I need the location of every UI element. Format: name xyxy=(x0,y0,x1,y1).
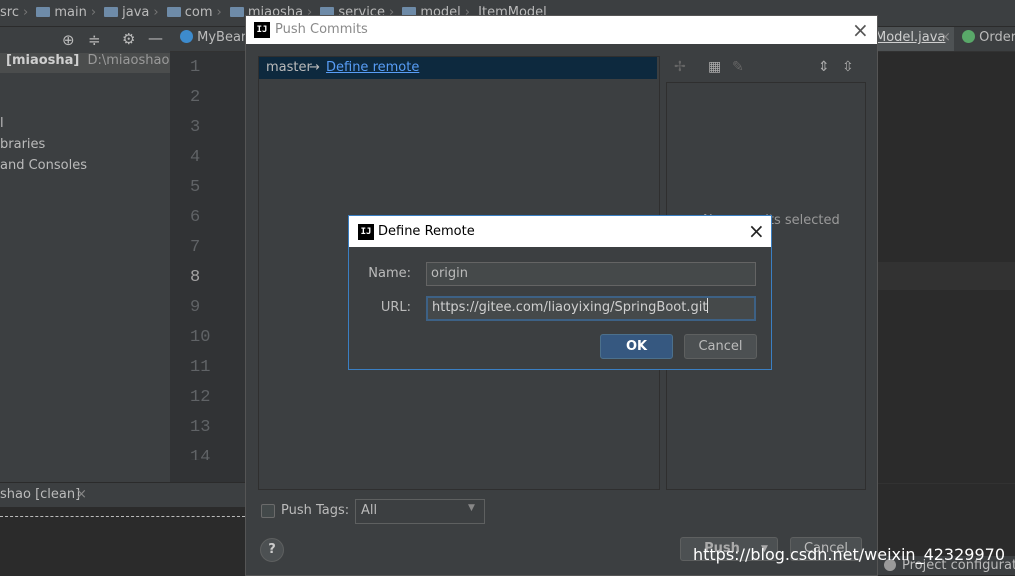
editor-tab[interactable]: Order xyxy=(962,30,1015,45)
intellij-icon: IJ xyxy=(358,224,374,240)
breadcrumb-item[interactable]: com xyxy=(185,5,213,20)
arrow: → xyxy=(309,60,320,75)
editor-tab-active[interactable]: Model.java × xyxy=(870,27,954,51)
line-number: 12 xyxy=(190,388,211,407)
expand-all-icon[interactable]: ⇕ xyxy=(818,59,830,75)
folder-icon xyxy=(229,7,244,17)
close-icon[interactable]: × xyxy=(940,30,951,45)
group-icon[interactable]: ▦ xyxy=(708,59,721,75)
project-root-label: [miaosha] xyxy=(6,53,80,68)
minimize-icon[interactable]: — xyxy=(148,29,163,47)
line-number: 11 xyxy=(190,358,211,377)
line-number: 2 xyxy=(190,88,201,107)
divider xyxy=(0,516,245,517)
chevron-down-icon: ▼ xyxy=(468,503,475,513)
class-icon xyxy=(180,30,193,43)
breadcrumb-item[interactable]: main xyxy=(54,5,86,20)
bottom-tab[interactable]: shao [clean] × xyxy=(0,483,245,507)
project-panel: ⊕ ≑ ⚙ — [miaosha] D:\miaoshao1 l braries… xyxy=(0,27,170,482)
define-remote-dialog: IJ Define Remote × Name: origin URL: htt… xyxy=(348,215,772,370)
folder-icon xyxy=(104,7,119,17)
push-tags-checkbox[interactable] xyxy=(261,504,275,518)
close-icon[interactable]: × xyxy=(748,219,765,243)
target-icon[interactable]: ⊕ xyxy=(62,31,75,49)
close-icon[interactable]: × xyxy=(852,18,869,42)
text-cursor xyxy=(707,298,709,313)
tree-item[interactable]: braries xyxy=(0,137,45,152)
edit-icon[interactable]: ✎ xyxy=(732,59,744,75)
line-number: 4 xyxy=(190,148,201,167)
dialog-title: Push Commits xyxy=(275,22,368,37)
dialog-title: Define Remote xyxy=(378,224,475,239)
collapse-all-icon[interactable]: ⇳ xyxy=(842,59,854,75)
line-number: 10 xyxy=(190,328,211,347)
gear-icon[interactable]: ⚙ xyxy=(122,30,135,48)
help-button[interactable]: ? xyxy=(260,538,284,562)
dialog-titlebar: IJ Define Remote × xyxy=(349,216,771,247)
line-number: 6 xyxy=(190,208,201,227)
url-field[interactable]: https://gitee.com/liaoyixing/SpringBoot.… xyxy=(426,296,756,321)
define-remote-link[interactable]: Define remote xyxy=(326,60,419,75)
project-toolbar: ⊕ ≑ ⚙ — xyxy=(54,29,170,51)
line-number: 9 xyxy=(190,298,201,317)
name-label: Name: xyxy=(368,266,411,281)
folder-icon xyxy=(36,7,51,17)
push-tags-label: Push Tags: xyxy=(281,503,350,518)
breadcrumb-item[interactable]: src xyxy=(0,5,19,20)
push-tags-select[interactable]: All ▼ xyxy=(355,499,485,524)
bottom-tab-label: shao [clean] xyxy=(0,487,81,502)
line-number: 14 xyxy=(190,448,211,460)
watermark: https://blog.csdn.net/weixin_42329970 xyxy=(692,545,1005,564)
cancel-button[interactable]: Cancel xyxy=(684,334,757,359)
editor-tab[interactable]: MyBean xyxy=(180,30,249,45)
project-root-row[interactable]: [miaosha] D:\miaoshao1 xyxy=(0,53,170,73)
branch-row[interactable]: master → Define remote xyxy=(259,57,657,79)
breadcrumb-item[interactable]: java xyxy=(122,5,149,20)
line-number: 7 xyxy=(190,238,201,257)
line-number: 3 xyxy=(190,118,201,137)
line-number: 8 xyxy=(190,268,201,287)
line-number: 13 xyxy=(190,418,211,437)
ok-button[interactable]: OK xyxy=(600,334,673,359)
editor-tab-label: Order xyxy=(979,30,1015,45)
line-number: 1 xyxy=(190,58,201,77)
dialog-titlebar: IJ Push Commits × xyxy=(246,16,877,44)
interface-icon xyxy=(962,30,975,43)
pin-icon[interactable]: ✢ xyxy=(674,59,686,75)
tree-item[interactable]: l xyxy=(0,116,4,131)
tree-item[interactable]: and Consoles xyxy=(0,158,87,173)
details-toolbar: ✢ ▦ ✎ ⇕ ⇳ xyxy=(666,56,864,80)
name-field[interactable]: origin xyxy=(426,262,756,286)
url-value: https://gitee.com/liaoyixing/SpringBoot.… xyxy=(432,300,708,315)
folder-icon xyxy=(166,7,181,17)
editor-tab-label: Model.java xyxy=(875,30,946,45)
branch-name: master xyxy=(266,60,312,75)
intellij-icon: IJ xyxy=(254,22,270,38)
line-number: 5 xyxy=(190,178,201,197)
project-path: D:\miaoshao1 xyxy=(87,53,171,68)
close-icon[interactable]: × xyxy=(76,487,87,502)
collapse-icon[interactable]: ≑ xyxy=(88,31,101,49)
push-tags-value: All xyxy=(361,503,378,518)
editor-tab-label: MyBean xyxy=(197,30,250,45)
url-label: URL: xyxy=(380,300,411,315)
